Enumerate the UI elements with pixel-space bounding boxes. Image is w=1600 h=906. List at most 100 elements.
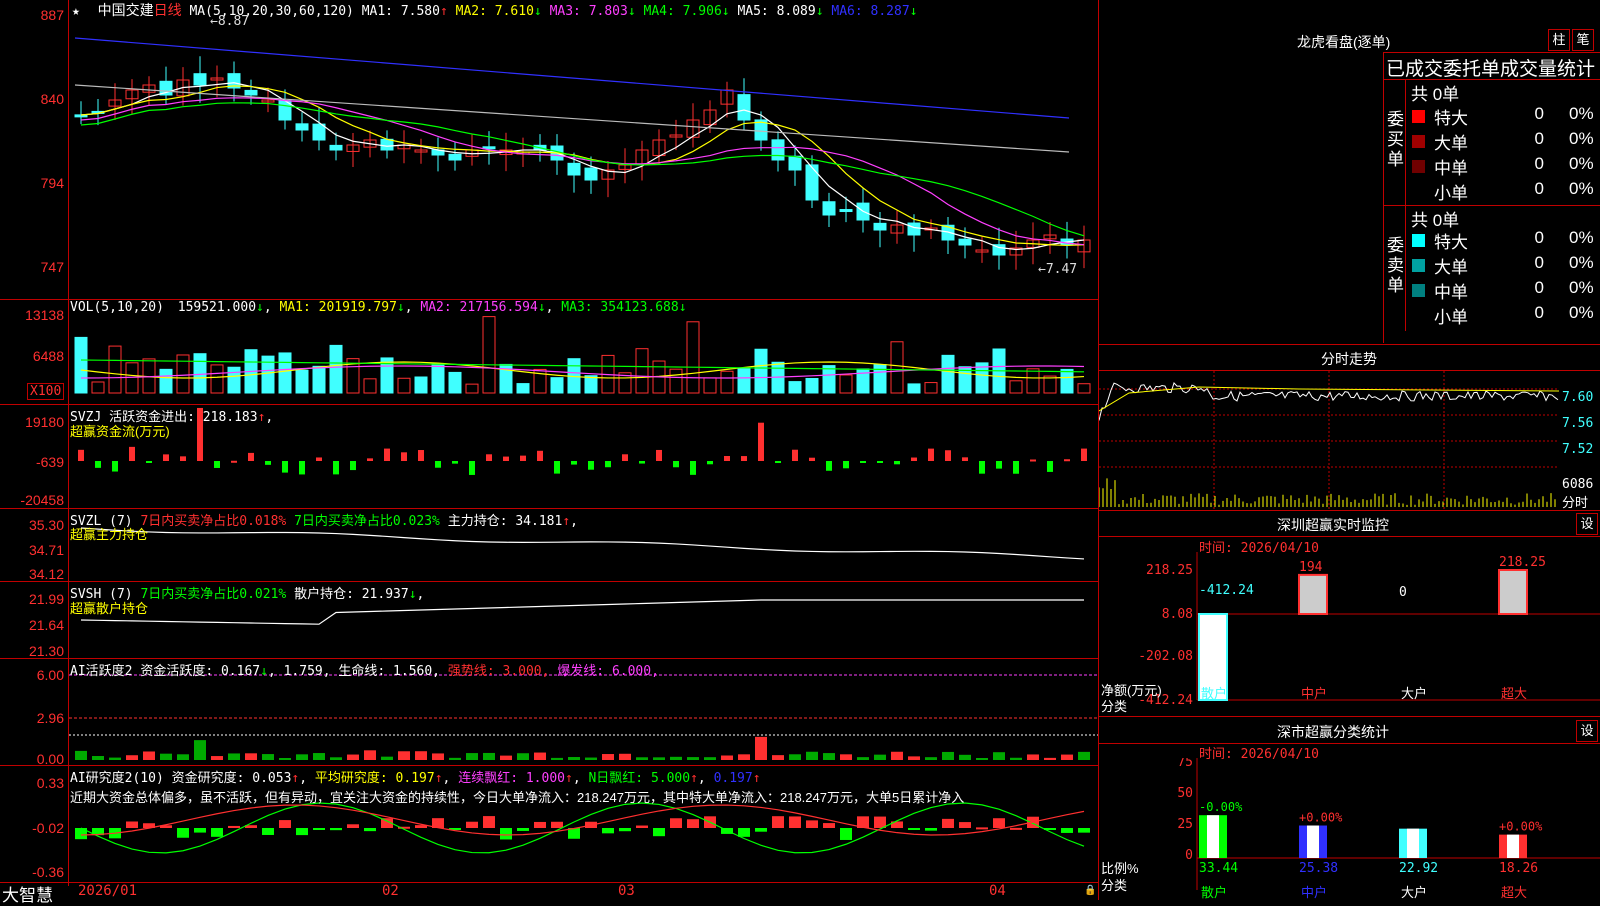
- flow-bar: [163, 454, 169, 461]
- flow-bar: [248, 452, 254, 461]
- buy-row-name: 特大: [1434, 109, 1468, 128]
- volume-bar: [822, 365, 836, 394]
- svsh-tick: 21.30: [28, 643, 64, 659]
- volume-bar: [329, 344, 343, 394]
- buy-row-name: 大单: [1434, 134, 1468, 153]
- class-title: 深市超赢分类统计: [1277, 724, 1389, 740]
- candle: [822, 201, 836, 216]
- class-change: +0.00%: [1299, 811, 1343, 825]
- research-bar: [925, 828, 937, 831]
- research-bar: [636, 825, 648, 828]
- flow-bar: [350, 461, 356, 471]
- flow-bar: [95, 461, 101, 468]
- ma1-line: [80, 82, 1085, 251]
- active-bar: [823, 753, 835, 760]
- buy-row-name: 中单: [1434, 159, 1468, 178]
- active-bar: [1044, 757, 1056, 760]
- active-bar: [432, 753, 444, 760]
- chart-canvas[interactable]: [69, 0, 1098, 882]
- monitor-bar: [1298, 573, 1328, 615]
- volume-bar: [414, 376, 428, 394]
- flow-bar: [435, 461, 441, 468]
- active-bar: [194, 740, 206, 760]
- active-bar: [228, 753, 240, 760]
- active-bar: [738, 754, 750, 760]
- kline-area[interactable]: ★ 中国交建日线 MA(5,10,20,30,60,120) MA1: 7.58…: [0, 0, 1099, 905]
- volume-bar: [159, 368, 173, 394]
- research-bar: [653, 828, 665, 837]
- class-settings-button[interactable]: 设: [1576, 720, 1598, 742]
- volume-bar: [1026, 368, 1040, 394]
- minute-tick: 7.56: [1562, 416, 1594, 431]
- volume-bar: [703, 377, 717, 394]
- flow-bar: [214, 461, 220, 468]
- price-tick: 747: [40, 259, 64, 275]
- active-bar: [976, 757, 988, 760]
- flow-bar: [129, 446, 135, 461]
- svzj-tick: -639: [35, 454, 64, 470]
- active-bar: [1061, 754, 1073, 760]
- ai2-tick: -0.02: [32, 820, 64, 836]
- minute-chart[interactable]: [1099, 371, 1559, 509]
- low-mark: ←7.47: [1038, 262, 1078, 277]
- monitor-category: 大户: [1401, 686, 1427, 702]
- research-bar: [942, 818, 954, 828]
- sell-row-v: 0: [1534, 228, 1544, 247]
- volume-bar: [890, 341, 904, 394]
- class-category: 大户: [1401, 885, 1427, 900]
- active-bar: [585, 757, 597, 760]
- candle: [771, 139, 785, 161]
- sell-row-name: 小单: [1434, 308, 1468, 327]
- volume-bar: [788, 381, 802, 394]
- active-bar: [109, 757, 121, 760]
- minute-tick: 7.60: [1562, 390, 1594, 405]
- research-bar: [976, 827, 988, 830]
- dragon-heading: 已成交委托单成交量统计: [1386, 59, 1596, 80]
- flow-bar: [554, 461, 560, 474]
- sell-swatch: [1412, 309, 1425, 322]
- buy-swatch: [1412, 135, 1425, 148]
- active-bar: [670, 756, 682, 760]
- flow-bar: [826, 461, 832, 471]
- vol-header: VOL(5,10,20) 159521.000↓, MA1: 201919.79…: [70, 300, 687, 315]
- active-bar: [653, 757, 665, 760]
- bar-mode-button[interactable]: 柱: [1548, 29, 1570, 51]
- class-category: 超大: [1501, 886, 1527, 900]
- active-bar: [466, 753, 478, 760]
- volume-bar: [278, 352, 292, 394]
- research-bar: [687, 819, 699, 828]
- sell-row-p: 0%: [1569, 303, 1594, 322]
- lock-icon[interactable]: 🔒: [1084, 885, 1096, 896]
- monitor-chart: 218.258.08-202.08-412.24-412.24散户194中户0大…: [1138, 552, 1600, 708]
- research-bar: [1010, 827, 1022, 830]
- tick-mode-button[interactable]: 笔: [1572, 29, 1594, 51]
- candle: [380, 138, 394, 151]
- volume-bar: [448, 371, 462, 394]
- retail-hold-line: [80, 599, 1084, 625]
- flow-bar: [775, 461, 781, 464]
- buy-row-name: 小单: [1434, 184, 1468, 203]
- class-change: -0.00%: [1199, 800, 1243, 814]
- volume-bar: [669, 368, 683, 394]
- monitor-settings-button[interactable]: 设: [1576, 513, 1598, 535]
- class-bar-highlight: [1507, 834, 1519, 858]
- sell-row-v: 0: [1534, 303, 1544, 322]
- monitor-tick: 8.08: [1162, 607, 1193, 622]
- active-bar: [262, 754, 274, 760]
- active-bar: [279, 757, 291, 760]
- svzl-sub: 超赢主力持仓: [70, 527, 149, 542]
- flow-bar: [673, 461, 679, 468]
- sell-row-p: 0%: [1569, 253, 1594, 272]
- flow-bar: [792, 449, 798, 461]
- volume-bar: [193, 353, 207, 394]
- volume-bar: [312, 365, 326, 394]
- research-bar: [347, 824, 359, 828]
- vol-unit-button[interactable]: X100: [27, 383, 65, 400]
- monitor-xlabel: 分类: [1101, 699, 1128, 714]
- research-bar: [840, 828, 852, 840]
- active-bar: [840, 754, 852, 760]
- sell-side-label: 委卖单: [1387, 236, 1404, 295]
- volume-bar: [720, 370, 734, 394]
- flow-bar: [486, 454, 492, 461]
- candle: [873, 222, 887, 231]
